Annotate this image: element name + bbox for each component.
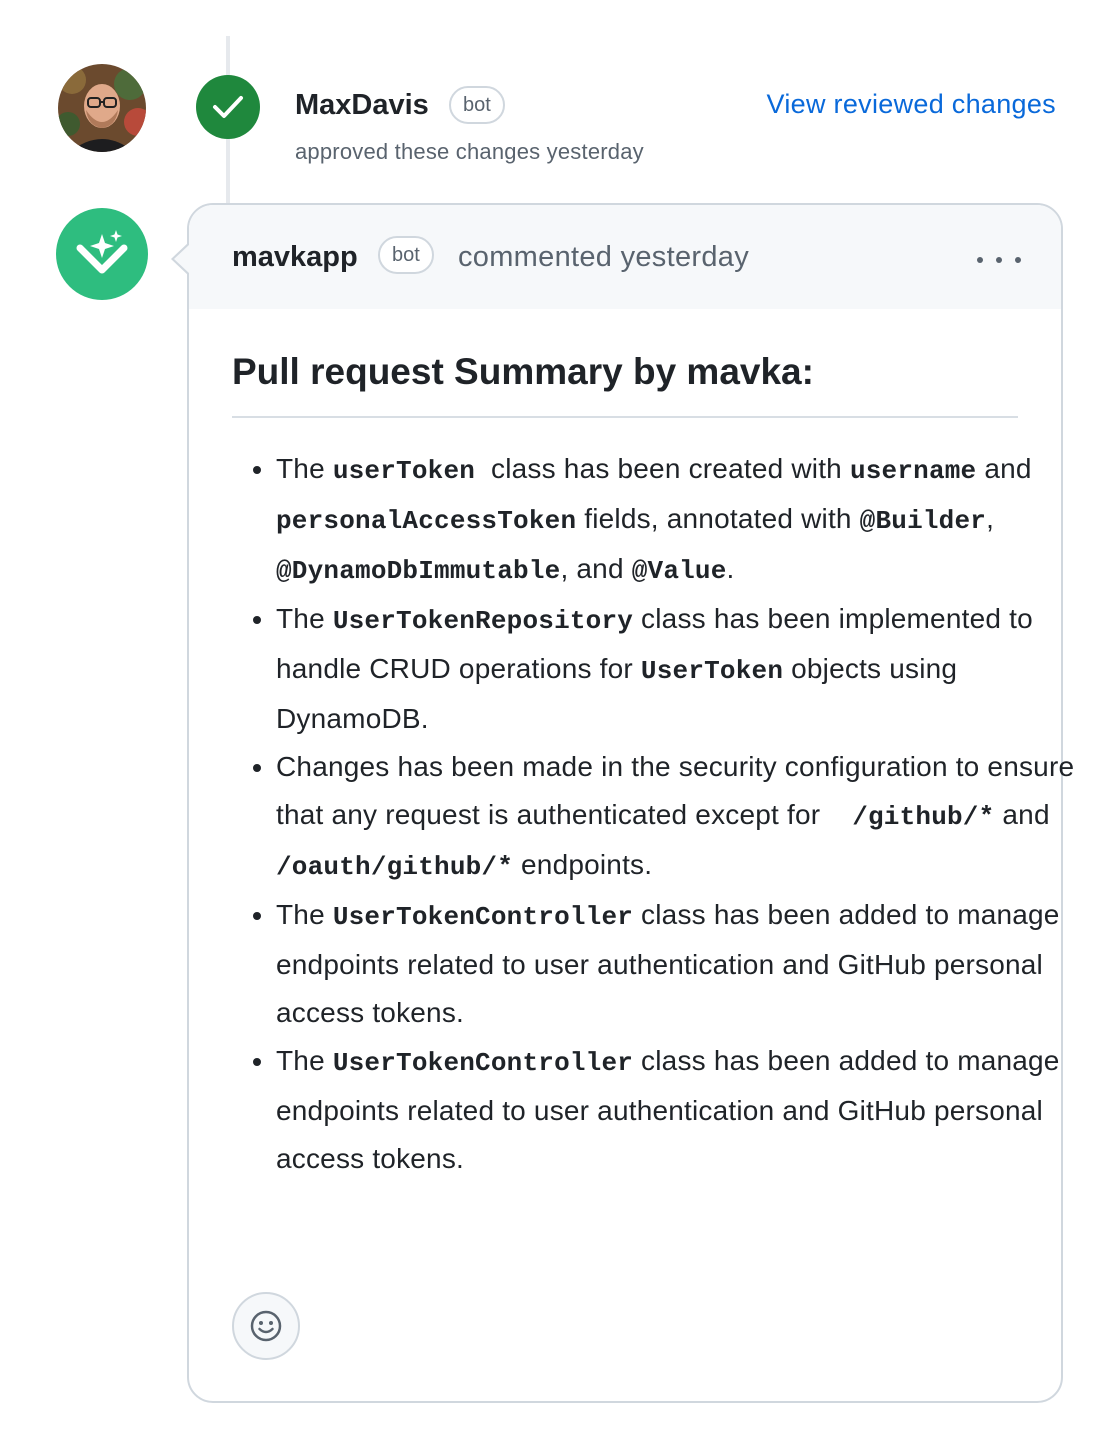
mavka-logo-icon [76,230,128,274]
list-item: The UserTokenRepository class has been i… [276,595,1076,743]
divider [232,416,1018,418]
list-item: Changes has been made in the security co… [276,743,1076,891]
comment-timestamp: commented yesterday [458,241,749,273]
code-span: UserTokenController [332,1048,634,1078]
approved-badge [196,75,260,139]
code-span: /oauth/github/* [276,852,514,882]
code-span: UserTokenRepository [332,606,634,636]
code-span: username [849,456,977,486]
smiley-icon [250,1310,282,1342]
code-span: UserTokenController [332,902,634,932]
code-span: @Value [631,556,727,586]
summary-list: The userToken class has been created wit… [232,445,1076,1183]
commenter-name[interactable]: mavkapp [232,241,358,274]
check-icon [213,96,243,118]
review-status-text: approved these changes yesterday [295,139,644,164]
bot-label: bot [449,86,505,124]
kebab-horizontal-icon [996,257,1002,263]
code-span: @DynamoDbImmutable [276,556,561,586]
more-options-button[interactable] [977,245,1021,275]
code-span: /github/* [852,802,995,832]
reviewer-name[interactable]: MaxDavis [295,89,429,122]
list-item: The userToken class has been created wit… [276,445,1076,595]
add-reaction-button[interactable] [232,1292,300,1360]
bot-label: bot [378,236,434,274]
code-span: userToken [332,456,476,486]
reviewer-avatar[interactable] [58,64,146,152]
comment-card: mavkapp bot commented yesterday Pull req… [171,203,1074,1403]
summary-title: Pull request Summary by mavka: [232,351,814,392]
kebab-horizontal-icon [1015,257,1021,263]
app-avatar[interactable] [56,208,148,300]
kebab-horizontal-icon [977,257,983,263]
comment-header: mavkapp bot commented yesterday [189,205,1061,309]
view-reviewed-changes-link[interactable]: View reviewed changes [767,89,1056,120]
card-pointer-fill [174,244,190,274]
list-item: The UserTokenController class has been a… [276,891,1076,1037]
list-item: The UserTokenController class has been a… [276,1037,1076,1183]
code-span: personalAccessToken [276,506,577,536]
code-span: UserToken [640,656,784,686]
user-avatar-icon [58,64,146,152]
code-span: @Builder [859,506,987,536]
